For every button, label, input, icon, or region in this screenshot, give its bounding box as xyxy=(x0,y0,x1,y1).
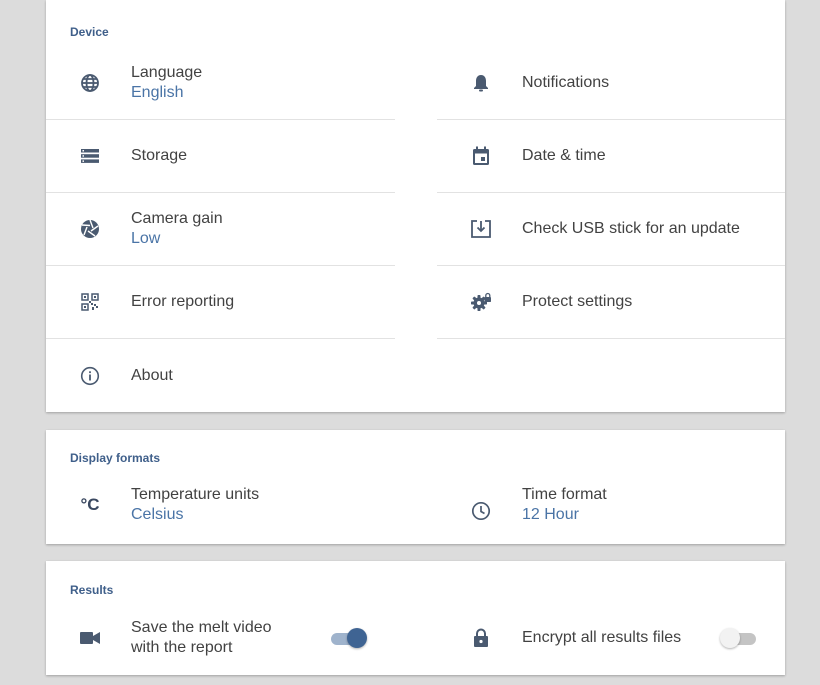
about-label: About xyxy=(131,366,173,384)
date-time-setting[interactable]: Date & time xyxy=(437,120,785,193)
save-melt-video-setting: Save the melt video with the report xyxy=(46,605,395,671)
save-video-toggle-thumb xyxy=(347,628,367,648)
gear-lock-icon xyxy=(470,291,492,313)
globe-icon xyxy=(79,72,101,94)
save-video-label-line1: Save the melt video xyxy=(131,619,272,636)
protect-settings-label: Protect settings xyxy=(522,293,633,310)
error-reporting-setting[interactable]: Error reporting xyxy=(46,266,395,339)
display-formats-section-title: Display formats xyxy=(70,451,161,465)
bell-icon xyxy=(470,72,492,94)
display-formats-card: Display formats °C Temperature units Cel… xyxy=(46,430,785,544)
time-format-value: 12 Hour xyxy=(522,506,579,523)
protect-settings-setting[interactable]: Protect settings xyxy=(437,266,785,339)
temperature-units-label: Temperature units xyxy=(131,486,260,503)
aperture-icon xyxy=(79,218,101,240)
storage-icon xyxy=(79,145,101,167)
video-camera-icon xyxy=(79,627,101,649)
storage-label: Storage xyxy=(131,147,188,164)
camera-gain-value: Low xyxy=(131,230,161,247)
encrypt-results-toggle[interactable] xyxy=(720,628,758,648)
device-section-title: Device xyxy=(70,25,109,39)
temperature-units-value: Celsius xyxy=(131,506,184,523)
camera-gain-label: Camera gain xyxy=(131,210,223,227)
storage-setting[interactable]: Storage xyxy=(46,120,395,193)
celsius-icon: °C xyxy=(80,495,100,514)
save-video-label-line2: with the report xyxy=(131,639,233,656)
language-label: Language xyxy=(131,64,203,81)
time-format-setting[interactable]: Time format 12 Hour xyxy=(437,472,785,538)
encrypt-results-label: Encrypt all results files xyxy=(522,629,682,646)
save-video-toggle[interactable] xyxy=(329,628,367,648)
language-value: English xyxy=(131,84,184,101)
encrypt-results-setting: Encrypt all results files xyxy=(437,605,785,671)
lock-icon xyxy=(470,627,492,649)
language-setting[interactable]: Language English xyxy=(46,47,395,120)
notifications-label: Notifications xyxy=(522,74,610,91)
camera-gain-setting[interactable]: Camera gain Low xyxy=(46,193,395,266)
calendar-icon xyxy=(470,145,492,167)
info-icon xyxy=(79,365,101,387)
results-card: Results Save the melt video with the rep… xyxy=(46,561,785,675)
qr-code-icon xyxy=(79,291,101,313)
encrypt-toggle-thumb xyxy=(720,628,740,648)
check-usb-label: Check USB stick for an update xyxy=(522,220,740,237)
time-format-label: Time format xyxy=(522,486,607,503)
temperature-units-setting[interactable]: °C Temperature units Celsius xyxy=(46,472,395,538)
download-box-icon xyxy=(470,218,492,240)
error-reporting-label: Error reporting xyxy=(131,293,235,310)
about-setting[interactable]: About xyxy=(46,339,395,412)
check-usb-update-setting[interactable]: Check USB stick for an update xyxy=(437,193,785,266)
date-time-label: Date & time xyxy=(522,147,606,164)
results-section-title: Results xyxy=(70,583,114,597)
device-card: Device Language English Notifications St… xyxy=(46,0,785,412)
clock-icon xyxy=(470,500,492,522)
notifications-setting[interactable]: Notifications xyxy=(437,47,785,120)
